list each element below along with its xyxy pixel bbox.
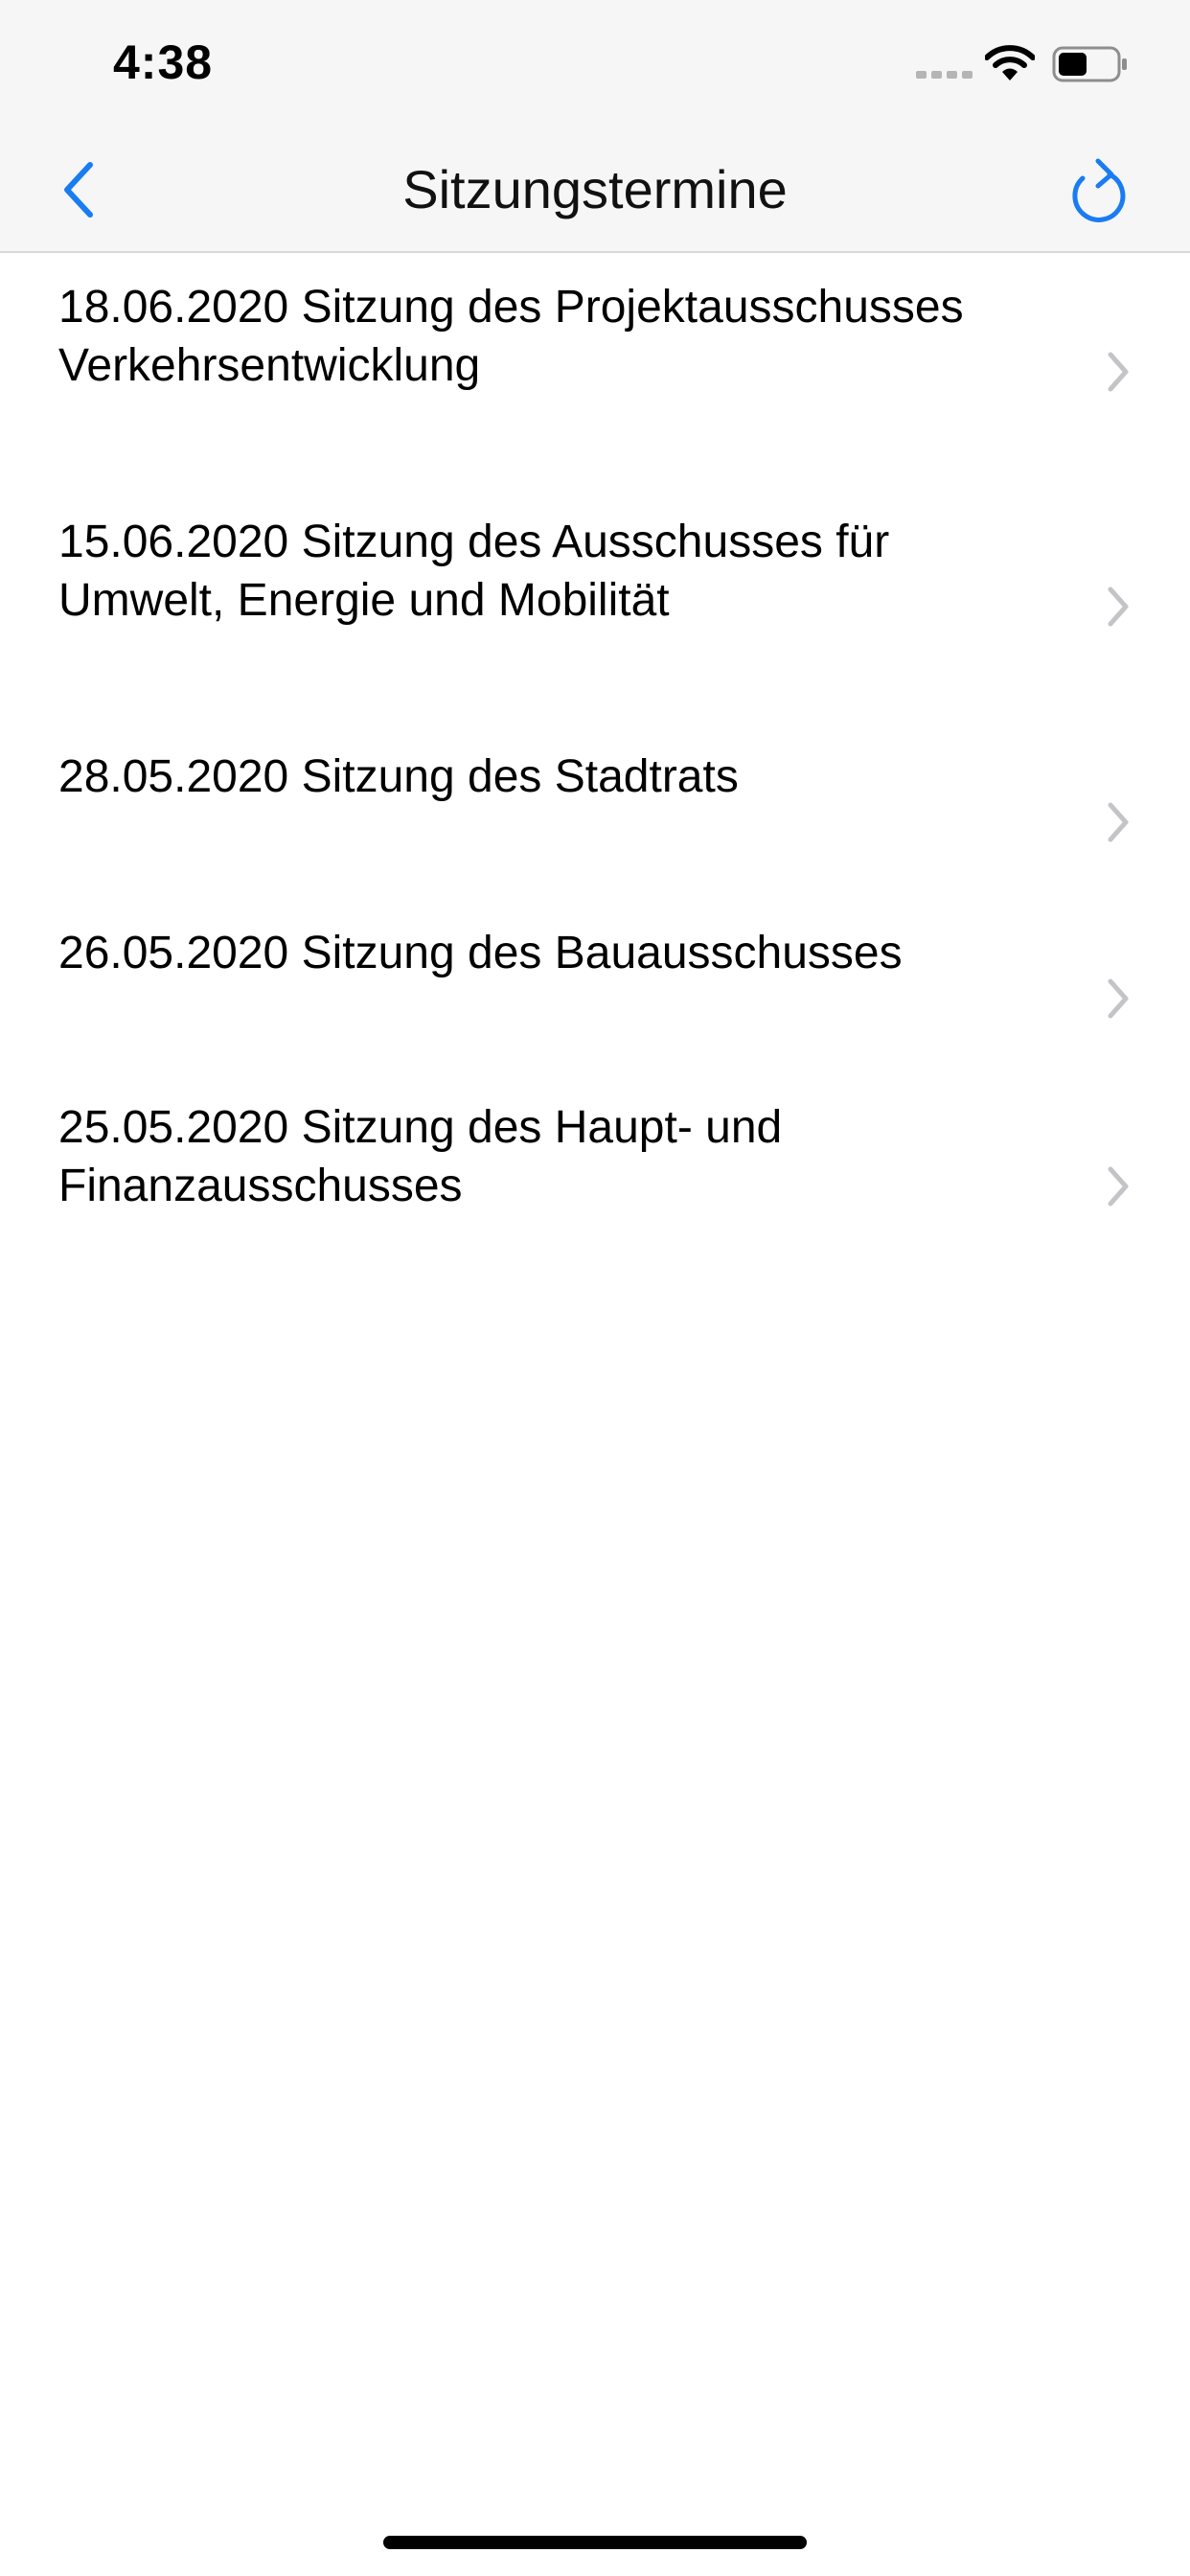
meeting-list-item[interactable]: 28.05.2020 Sitzung des Stadtrats bbox=[0, 724, 1190, 901]
chevron-right-icon bbox=[1108, 586, 1129, 627]
meeting-title: 28.05.2020 Sitzung des Stadtrats bbox=[58, 751, 739, 802]
meeting-title: 26.05.2020 Sitzung des Bauausschusses bbox=[58, 928, 903, 978]
cellular-signal-icon bbox=[916, 71, 973, 79]
reload-button[interactable] bbox=[1065, 150, 1134, 230]
battery-icon bbox=[1052, 46, 1127, 82]
chevron-right-icon bbox=[1108, 352, 1129, 392]
navigation-bar: Sitzungstermine bbox=[0, 126, 1190, 253]
wifi-icon bbox=[985, 45, 1035, 80]
status-time: 4:38 bbox=[113, 35, 214, 89]
meeting-title: 18.06.2020 Sitzung des Projektausschusse… bbox=[58, 282, 964, 391]
chevron-right-icon bbox=[1108, 1166, 1129, 1207]
reload-icon bbox=[1072, 158, 1126, 222]
chevron-right-icon bbox=[1108, 978, 1129, 1019]
battery-level-fill bbox=[1059, 53, 1087, 76]
meeting-title: 15.06.2020 Sitzung des Ausschusses für U… bbox=[58, 517, 890, 626]
home-indicator[interactable] bbox=[383, 2536, 807, 2549]
meeting-list-item[interactable]: 15.06.2020 Sitzung des Ausschusses für U… bbox=[0, 490, 1190, 724]
page-title: Sitzungstermine bbox=[402, 159, 788, 219]
top-bar: 4:38 Sitzungstermine bbox=[0, 0, 1190, 253]
meeting-title: 25.05.2020 Sitzung des Haupt- und Finanz… bbox=[58, 1102, 783, 1211]
meeting-list: 18.06.2020 Sitzung des Projektausschusse… bbox=[0, 255, 1190, 1310]
meeting-list-item[interactable]: 25.05.2020 Sitzung des Haupt- und Finanz… bbox=[0, 1075, 1190, 1310]
status-bar: 4:38 bbox=[0, 0, 1190, 126]
meeting-list-item[interactable]: 18.06.2020 Sitzung des Projektausschusse… bbox=[0, 255, 1190, 490]
chevron-right-icon bbox=[1108, 802, 1129, 842]
meeting-list-item[interactable]: 26.05.2020 Sitzung des Bauausschusses bbox=[0, 901, 1190, 1075]
